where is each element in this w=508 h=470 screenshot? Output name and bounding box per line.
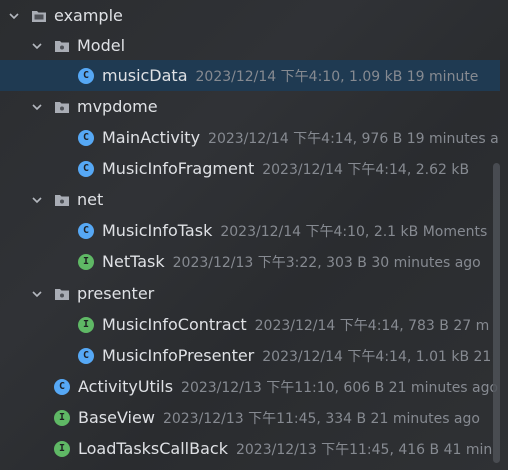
tree-item-meta: 2023/12/13 下午3:22, 303 B 30 minutes ago	[172, 254, 481, 271]
tree-item-meta: 2023/12/14 下午4:14, 783 B 27 m	[254, 317, 490, 334]
tree-item-meta: 2023/12/13 下午11:10, 606 B 21 minutes ago	[181, 379, 499, 396]
chevron-down-icon[interactable]	[8, 10, 20, 22]
tree-item-name: MusicInfoPresenter	[102, 346, 255, 365]
class-icon: C	[78, 347, 94, 364]
class-icon: C	[78, 129, 94, 146]
package-folder-icon	[53, 99, 71, 115]
tree-file-activityutils[interactable]: C ActivityUtils 2023/12/13 下午11:10, 606 …	[0, 371, 500, 402]
tree-folder-mvpdome[interactable]: mvpdome	[0, 91, 500, 122]
package-folder-icon	[53, 38, 71, 54]
tree-item-name: NetTask	[102, 252, 165, 271]
tree-item-meta: 2023/12/13 下午11:45, 416 B 41 min	[235, 441, 493, 458]
project-tree: example Model C musicData 2023/12/14 下午4…	[0, 0, 508, 470]
tree-item-meta: 2023/12/13 下午11:45, 334 B 21 minutes ago	[162, 410, 480, 427]
tree-item-name: MusicInfoFragment	[102, 159, 255, 178]
package-folder-icon	[53, 286, 71, 302]
tree-folder-model[interactable]: Model	[0, 30, 500, 61]
tree-folder-example[interactable]: example	[0, 0, 500, 31]
folder-icon	[30, 8, 48, 24]
package-folder-icon	[53, 192, 71, 208]
interface-icon: I	[54, 409, 70, 426]
chevron-down-icon[interactable]	[31, 101, 43, 113]
interface-icon: I	[78, 253, 94, 270]
tree-file-nettask[interactable]: I NetTask 2023/12/13 下午3:22, 303 B 30 mi…	[0, 246, 500, 277]
tree-file-musicinfofragment[interactable]: C MusicInfoFragment 2023/12/14 下午4:14, 2…	[0, 153, 500, 184]
tree-item-name: ActivityUtils	[78, 377, 174, 396]
tree-file-musicinfocontract[interactable]: I MusicInfoContract 2023/12/14 下午4:14, 7…	[0, 309, 500, 340]
tree-item-name: BaseView	[78, 408, 155, 427]
tree-file-musicinfotask[interactable]: C MusicInfoTask 2023/12/14 下午4:10, 2.1 k…	[0, 215, 500, 246]
tree-folder-net[interactable]: net	[0, 184, 500, 215]
chevron-down-icon[interactable]	[31, 194, 43, 206]
tree-item-meta: 2023/12/14 下午4:10, 1.09 kB 19 minute	[195, 68, 479, 85]
class-icon: C	[78, 222, 94, 239]
interface-icon: I	[54, 440, 70, 457]
tree-item-meta: 2023/12/14 下午4:14, 1.01 kB 21	[262, 348, 492, 365]
tree-item-name: net	[77, 190, 104, 209]
tree-item-name: LoadTasksCallBack	[78, 439, 228, 458]
tree-item-meta: 2023/12/14 下午4:14, 2.62 kB	[262, 161, 470, 178]
tree-item-name: musicData	[102, 66, 188, 85]
tree-file-loadtaskscallback[interactable]: I LoadTasksCallBack 2023/12/13 下午11:45, …	[0, 433, 500, 464]
tree-file-musicinfopresenter[interactable]: C MusicInfoPresenter 2023/12/14 下午4:14, …	[0, 340, 500, 371]
chevron-down-icon[interactable]	[31, 288, 43, 300]
tree-item-name: mvpdome	[77, 97, 158, 116]
tree-item-name: presenter	[77, 284, 155, 303]
tree-item-name: MusicInfoContract	[102, 315, 247, 334]
tree-item-meta: 2023/12/14 下午4:10, 2.1 kB Moments	[220, 223, 488, 240]
chevron-down-icon[interactable]	[31, 40, 43, 52]
tree-item-meta: 2023/12/14 下午4:14, 976 B 19 minutes a	[208, 130, 499, 147]
tree-item-name: MusicInfoTask	[102, 221, 213, 240]
tree-file-mainactivity[interactable]: C MainActivity 2023/12/14 下午4:14, 976 B …	[0, 122, 500, 153]
tree-item-name: MainActivity	[102, 128, 201, 147]
tree-item-name: Model	[77, 36, 126, 55]
tree-item-name: example	[54, 6, 123, 25]
vertical-scrollbar[interactable]	[493, 163, 500, 463]
tree-file-musicdata[interactable]: C musicData 2023/12/14 下午4:10, 1.09 kB 1…	[0, 60, 500, 91]
class-icon: C	[78, 160, 94, 177]
tree-file-baseview[interactable]: I BaseView 2023/12/13 下午11:45, 334 B 21 …	[0, 402, 500, 433]
tree-folder-presenter[interactable]: presenter	[0, 278, 500, 309]
class-icon: C	[78, 67, 94, 84]
interface-icon: I	[78, 316, 94, 333]
class-icon: C	[54, 378, 70, 395]
